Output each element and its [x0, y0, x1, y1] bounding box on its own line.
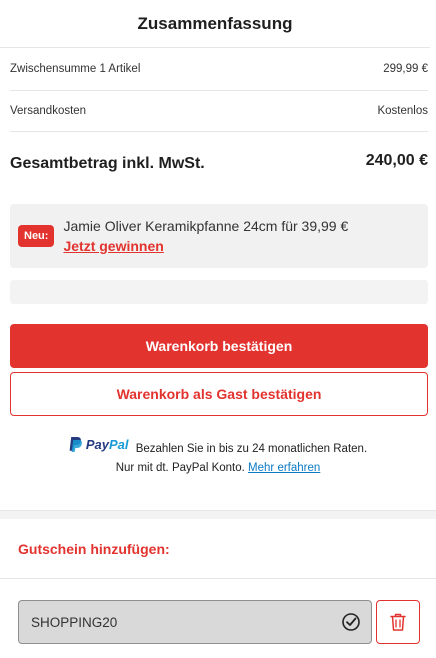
- coupon-title[interactable]: Gutschein hinzufügen:: [18, 541, 170, 557]
- promo-text: Jamie Oliver Keramikpfanne 24cm für 39,9…: [63, 218, 349, 234]
- summary-title: Zusammenfassung: [137, 13, 293, 33]
- promo-link[interactable]: Jetzt gewinnen: [63, 236, 348, 256]
- subtotal-label: Zwischensumme 1 Artikel: [10, 63, 141, 75]
- paypal-line1: Bezahlen Sie in bis zu 24 monatlichen Ra…: [135, 443, 368, 455]
- section-divider: [0, 510, 436, 519]
- coupon-input[interactable]: SHOPPING20: [18, 600, 372, 644]
- coupon-code: SHOPPING20: [31, 614, 118, 630]
- summary-header: Zusammenfassung: [0, 0, 430, 48]
- promo-banner: Neu: Jamie Oliver Keramikpfanne 24cm für…: [10, 204, 428, 268]
- coupon-separator: [0, 578, 436, 579]
- paypal-info: Pay Pal Bezahlen Sie in bis zu 24 monatli…: [0, 435, 436, 478]
- placeholder-box: [10, 280, 428, 304]
- guest-confirm-button[interactable]: Warenkorb als Gast bestätigen: [10, 372, 428, 416]
- total-row: Gesamtbetrag inkl. MwSt. 240,00 €: [10, 132, 428, 196]
- paypal-logo-pal: Pal: [109, 437, 129, 452]
- shipping-label: Versandkosten: [10, 105, 87, 117]
- paypal-more-link[interactable]: Mehr erfahren: [248, 462, 320, 474]
- total-value: 240,00 €: [365, 152, 428, 169]
- shipping-row: Versandkosten Kostenlos: [10, 91, 428, 132]
- confirm-cart-button[interactable]: Warenkorb bestätigen: [10, 324, 428, 368]
- shipping-value: Kostenlos: [377, 105, 428, 117]
- subtotal-value: 299,99 €: [383, 63, 428, 75]
- check-circle-icon: [342, 613, 360, 631]
- delete-coupon-button[interactable]: [376, 600, 420, 644]
- subtotal-row: Zwischensumme 1 Artikel 299,99 €: [10, 48, 428, 91]
- paypal-logo-pay: Pay: [85, 437, 109, 452]
- trash-icon: [390, 613, 406, 631]
- total-label: Gesamtbetrag inkl. MwSt.: [10, 155, 205, 172]
- promo-text-block: Jamie Oliver Keramikpfanne 24cm für 39,9…: [63, 216, 348, 256]
- paypal-logo: Pay Pal: [69, 435, 129, 454]
- paypal-line2: Nur mit dt. PayPal Konto.: [115, 462, 245, 474]
- new-badge: Neu:: [18, 225, 55, 247]
- paypal-icon: [69, 437, 82, 452]
